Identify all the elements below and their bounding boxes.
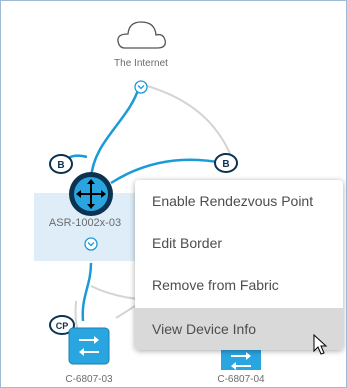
topology-view: B B CP The Internet ASR-1002x-03 C-6807-…: [0, 0, 347, 388]
chevron-down-icon[interactable]: [84, 237, 98, 251]
badge-label: CP: [56, 321, 69, 331]
switch-icon[interactable]: [221, 350, 261, 370]
border-role-badge: B: [49, 154, 73, 174]
mouse-pointer-icon: [313, 334, 328, 355]
menu-item-view-device-info[interactable]: View Device Info: [135, 308, 343, 350]
badge-label: B: [222, 159, 229, 170]
switch-icon[interactable]: [68, 327, 110, 365]
internet-label: The Internet: [114, 58, 168, 69]
link-asr-cp: [81, 262, 93, 322]
chevron-down-icon[interactable]: [134, 80, 148, 94]
menu-item-enable-rendezvous-point[interactable]: Enable Rendezvous Point: [135, 181, 343, 221]
menu-item-remove-from-fabric[interactable]: Remove from Fabric: [135, 265, 343, 305]
router-icon[interactable]: [69, 172, 113, 216]
border-role-badge: B: [214, 153, 238, 173]
menu-item-edit-border[interactable]: Edit Border: [135, 223, 343, 263]
link-secondary-3: [115, 305, 136, 319]
node-label: ASR-1002x-03: [48, 217, 122, 229]
cloud-icon[interactable]: [117, 21, 166, 49]
link-internet-asr: [89, 86, 141, 180]
badge-label: B: [57, 160, 64, 171]
node-label: C-6807-04: [217, 374, 265, 385]
node-label: C-6807-03: [65, 374, 113, 385]
link-internet-border2: [135, 82, 234, 162]
context-menu: Enable Rendezvous Point Edit Border Remo…: [135, 180, 343, 350]
